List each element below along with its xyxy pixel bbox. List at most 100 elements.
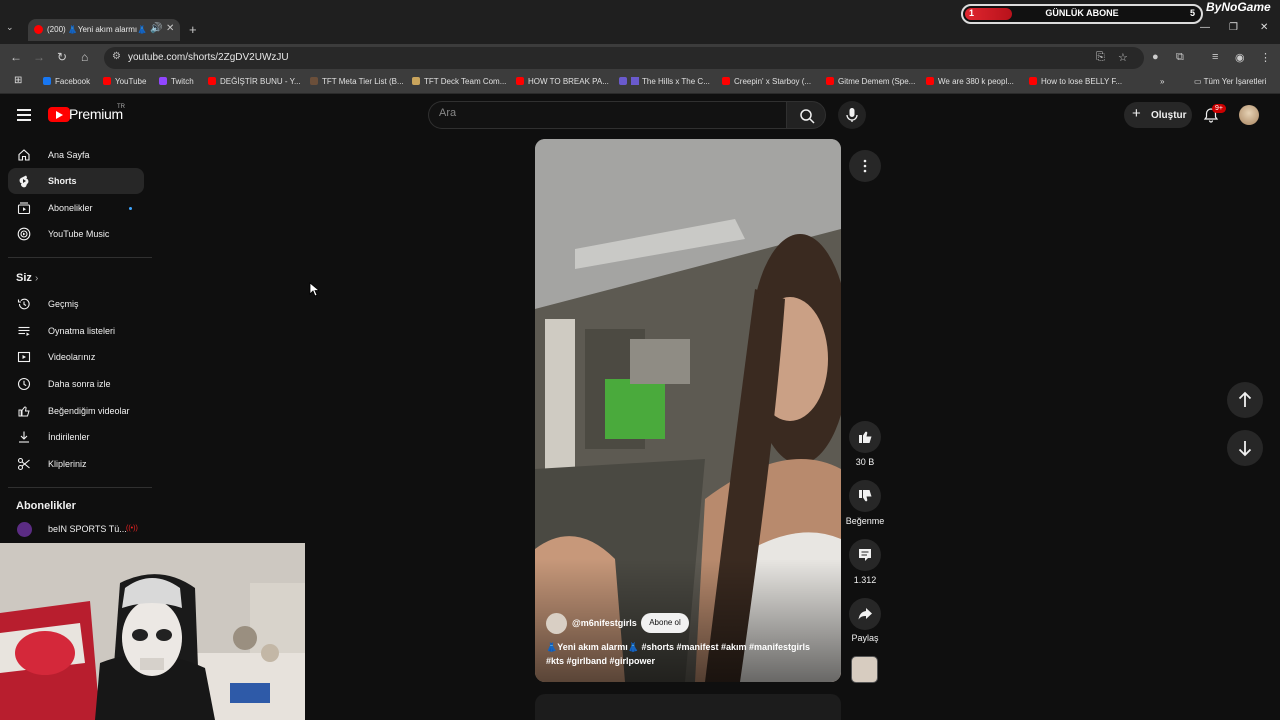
browser-tab[interactable]: (200) 👗Yeni akım alarmı👗 🔊 ✕: [28, 19, 180, 41]
sidebar-item-youtube-music[interactable]: YouTube Music: [8, 221, 144, 247]
previous-short-button[interactable]: [1227, 382, 1263, 418]
goal-target-count: 5: [1189, 8, 1195, 18]
channel-avatar[interactable]: [546, 613, 567, 634]
history-icon: [17, 298, 30, 310]
next-short-button[interactable]: [1227, 430, 1263, 466]
search-input[interactable]: [439, 107, 769, 119]
sidebar-item-clips[interactable]: Klipleriniz: [8, 451, 144, 477]
create-button[interactable]: + Oluştur: [1124, 102, 1192, 128]
playlist-icon: [18, 326, 30, 336]
webcam-overlay: [0, 543, 305, 720]
dislike-button[interactable]: [849, 480, 881, 512]
bookmark-item[interactable]: TFT Deck Team Com...: [412, 77, 506, 86]
back-icon[interactable]: ←: [10, 50, 22, 64]
reload-icon[interactable]: ↻: [57, 50, 67, 64]
sidebar-you-heading[interactable]: Siz ›: [16, 272, 38, 284]
bookmark-item[interactable]: Twitch: [159, 77, 194, 86]
all-bookmarks-folder[interactable]: ▭ Tüm Yer İşaretleri: [1194, 77, 1266, 86]
address-bar[interactable]: ⚙ youtube.com/shorts/2ZgDV2UWzJU ⎘ ☆: [104, 47, 1144, 69]
forward-icon[interactable]: →: [33, 50, 45, 64]
voice-search-button[interactable]: [838, 101, 866, 129]
tab-close-icon[interactable]: ✕: [166, 23, 174, 34]
sidebar-item-home[interactable]: Ana Sayfa: [8, 142, 144, 168]
install-app-icon[interactable]: ⎘: [1096, 51, 1105, 64]
caption-line: #kts #girlband #girlpower: [546, 656, 656, 666]
music-icon: [17, 227, 31, 241]
account-avatar[interactable]: [1239, 105, 1259, 125]
short-video-player[interactable]: [535, 139, 841, 682]
folder-icon: ▭: [1194, 77, 1204, 86]
browser-toolbar: ← → ↻ ⌂ ⚙ youtube.com/shorts/2ZgDV2UWzJU…: [0, 44, 1280, 72]
restore-icon[interactable]: ❐: [1229, 22, 1238, 33]
like-button[interactable]: [849, 421, 881, 453]
your-videos-icon: [17, 351, 31, 363]
arrow-down-icon: [1238, 441, 1252, 457]
sidebar-divider: [8, 257, 152, 258]
thumbs-up-icon: [859, 431, 872, 443]
thumbs-down-icon: [859, 490, 872, 502]
sidebar-item-liked-videos[interactable]: Beğendiğim videolar: [8, 398, 144, 424]
clips-icon: [17, 457, 30, 471]
new-tab-button[interactable]: +: [189, 22, 197, 37]
subscriptions-icon: [17, 202, 31, 215]
sidebar-item-watch-later[interactable]: Daha sonra izle: [8, 371, 144, 397]
tab-search-chevron-icon[interactable]: ⌄: [6, 22, 20, 36]
video-caption: 👗Yeni akım alarmı👗 #shorts #manifest #ak…: [546, 640, 826, 668]
goal-title: GÜNLÜK ABONE: [1045, 8, 1119, 18]
more-options-button[interactable]: [849, 150, 881, 182]
bookmark-item[interactable]: YouTube: [103, 77, 146, 86]
home-icon: [18, 149, 30, 161]
share-button[interactable]: [849, 598, 881, 630]
sidebar-item-playlists[interactable]: Oynatma listeleri: [8, 318, 144, 344]
sidebar-subscriptions-heading: Abonelikler: [16, 500, 76, 512]
window-close-icon[interactable]: ✕: [1260, 22, 1268, 33]
bookmark-item[interactable]: HOW TO BREAK PA...: [516, 77, 609, 86]
comments-button[interactable]: [849, 539, 881, 571]
bookmark-item[interactable]: TFT Meta Tier List (B...: [310, 77, 404, 86]
logo-text[interactable]: Premium: [69, 106, 123, 122]
new-content-dot: [129, 207, 132, 210]
apps-grid-icon[interactable]: ⊞: [14, 75, 22, 86]
sidebar-item-subscription-channel[interactable]: beIN SPORTS Tü... ((•)): [8, 516, 144, 542]
media-control-icon[interactable]: ≡: [1212, 51, 1218, 63]
bookmarks-bar: ⊞ Facebook YouTube Twitch DEĞİŞTİR BUNU …: [0, 72, 1280, 94]
sidebar-item-downloads[interactable]: İndirilenler: [8, 424, 144, 450]
minimize-icon[interactable]: —: [1200, 22, 1210, 33]
tab-title: (200) 👗Yeni akım alarmı👗: [47, 25, 148, 34]
plus-icon: +: [1132, 105, 1141, 122]
site-info-icon[interactable]: ⚙: [112, 51, 121, 62]
sidebar-item-your-videos[interactable]: Videolarınız: [8, 344, 144, 370]
youtube-favicon-icon: [34, 25, 43, 34]
bookmark-item[interactable]: Gitme Demem (Spe...: [826, 77, 915, 86]
home-browser-icon[interactable]: ⌂: [81, 50, 88, 64]
comment-count: 1.312: [853, 575, 877, 585]
sidebar-item-shorts[interactable]: Shorts: [8, 168, 144, 194]
bookmark-item[interactable]: We are 380 k peopl...: [926, 77, 1014, 86]
live-indicator-icon: ((•)): [126, 525, 138, 532]
channel-name[interactable]: @m6nifestgirls: [572, 618, 637, 628]
bookmark-item[interactable]: Facebook: [43, 77, 90, 86]
extension-red-icon[interactable]: ●: [1152, 51, 1159, 63]
bookmark-item[interactable]: Creepin' x Starboy (...: [722, 77, 811, 86]
subscribe-button[interactable]: Abone ol: [641, 613, 689, 633]
bookmark-item[interactable]: DEĞİŞTİR BUNU - Y...: [208, 77, 301, 86]
next-short-preview[interactable]: [535, 694, 841, 720]
sidebar-item-subscriptions[interactable]: Abonelikler: [8, 195, 144, 221]
search-button[interactable]: [786, 101, 826, 129]
audio-playing-icon[interactable]: 🔊: [150, 23, 162, 34]
profile-icon[interactable]: ◉: [1235, 51, 1245, 64]
bookmarks-overflow-icon[interactable]: »: [1160, 77, 1164, 86]
bookmark-item[interactable]: How to lose BELLY F...: [1029, 77, 1122, 86]
browser-menu-icon[interactable]: ⋮: [1260, 51, 1271, 64]
bookmark-star-icon[interactable]: ☆: [1118, 51, 1128, 64]
sidebar-item-history[interactable]: Geçmiş: [8, 291, 144, 317]
extensions-puzzle-icon[interactable]: ⧉: [1176, 51, 1184, 64]
download-icon: [19, 431, 29, 443]
more-vert-icon: [863, 159, 867, 173]
bookmark-item[interactable]: The Hills x The C...: [619, 77, 710, 86]
sound-thumbnail[interactable]: [851, 656, 878, 683]
chevron-right-icon: ›: [34, 273, 39, 284]
share-label: Paylaş: [851, 633, 879, 643]
guide-menu-icon[interactable]: [17, 109, 31, 121]
youtube-logo-icon[interactable]: [48, 107, 70, 122]
